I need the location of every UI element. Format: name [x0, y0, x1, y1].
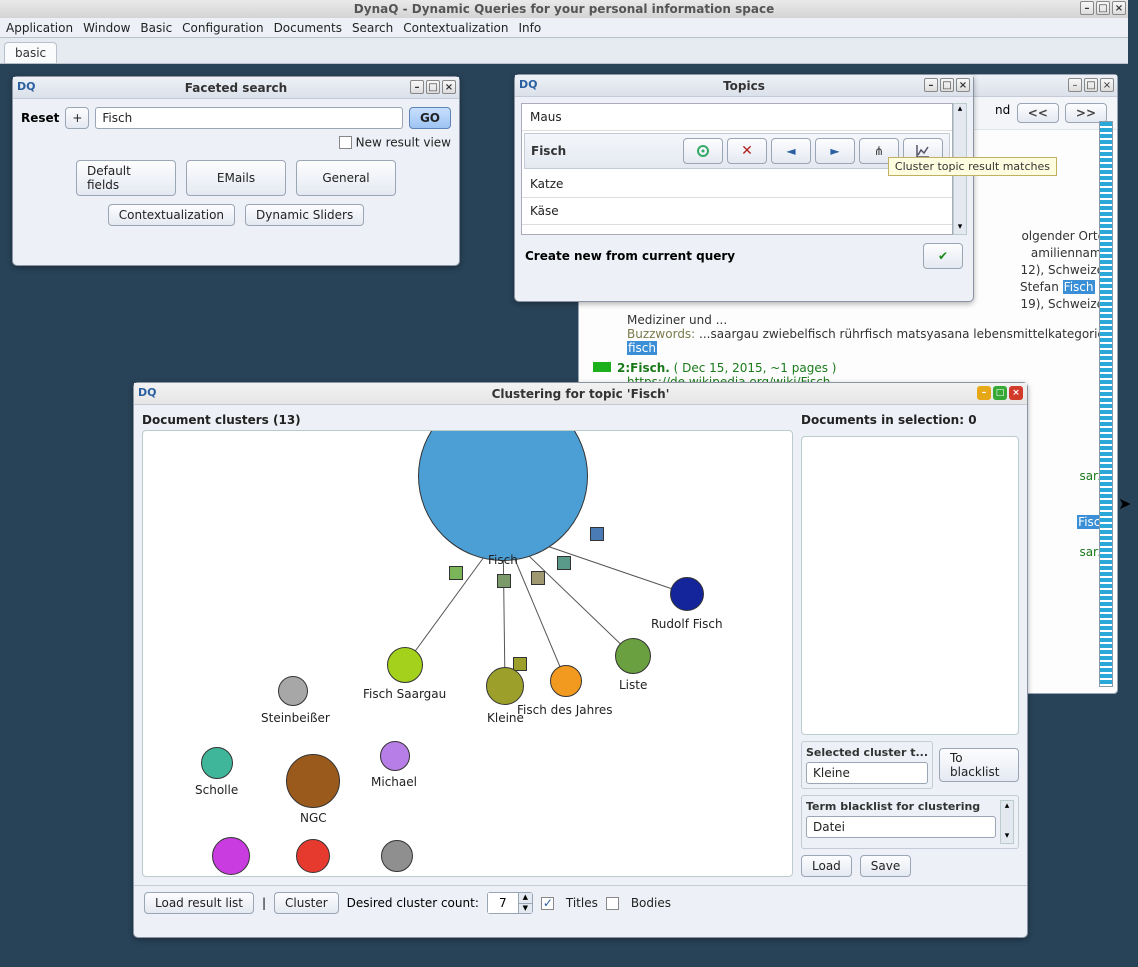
app-icon: DQ — [519, 78, 537, 91]
menu-contextualization[interactable]: Contextualization — [403, 21, 508, 35]
docsel-label: Documents in selection: 0 — [801, 413, 1019, 427]
edge-marker — [557, 556, 571, 570]
gear-icon[interactable] — [683, 138, 723, 164]
save-button[interactable]: Save — [860, 855, 911, 877]
node-begriff[interactable] — [212, 837, 250, 875]
collapse-right-icon[interactable]: ► — [815, 138, 855, 164]
faceted-title: Faceted search — [185, 81, 287, 95]
menubar: Application Window Basic Configuration D… — [0, 18, 1128, 38]
close-button[interactable]: × — [1112, 1, 1126, 15]
topics-close[interactable]: × — [956, 78, 970, 92]
node-saargau[interactable] — [387, 647, 423, 683]
spin-up[interactable]: ▲ — [518, 893, 532, 903]
dynamic-sliders-button[interactable]: Dynamic Sliders — [245, 204, 364, 226]
results-next[interactable]: >> — [1065, 103, 1107, 123]
node-rudolf[interactable] — [670, 577, 704, 611]
app-titlebar: DynaQ - Dynamic Queries for your persona… — [0, 0, 1128, 18]
node-michael[interactable] — [380, 741, 410, 771]
node-scholle[interactable] — [201, 747, 233, 779]
topics-minimize[interactable]: – — [924, 78, 938, 92]
cluster-close[interactable]: × — [1009, 386, 1023, 400]
menu-search[interactable]: Search — [352, 21, 393, 35]
results-close[interactable]: × — [1100, 78, 1114, 92]
spin-down[interactable]: ▼ — [518, 903, 532, 913]
documents-selection — [801, 436, 1019, 735]
node-kleine[interactable] — [486, 667, 524, 705]
tabbar: basic — [0, 38, 1128, 64]
emails-button[interactable]: EMails — [186, 160, 286, 196]
create-confirm-button[interactable]: ✔ — [923, 243, 963, 269]
node-kueche[interactable] — [296, 839, 330, 873]
menu-documents[interactable]: Documents — [274, 21, 342, 35]
app-icon: DQ — [17, 80, 35, 93]
bodies-checkbox[interactable] — [606, 897, 619, 910]
cluster-maximize[interactable]: □ — [993, 386, 1007, 400]
node-gericht[interactable] — [381, 840, 413, 872]
node-ngc[interactable] — [286, 754, 340, 808]
topic-item[interactable]: Maus — [522, 104, 952, 131]
add-term-button[interactable]: + — [65, 107, 89, 129]
clusters-label: Document clusters (13) — [142, 413, 793, 427]
tab-basic[interactable]: basic — [4, 42, 57, 63]
topics-title: Topics — [723, 79, 765, 93]
contextualization-button[interactable]: Contextualization — [108, 204, 235, 226]
faceted-window: DQ Faceted search – □ × Reset + GO New r… — [12, 76, 460, 266]
reset-label[interactable]: Reset — [21, 111, 59, 125]
to-blacklist-button[interactable]: To blacklist — [939, 748, 1019, 782]
node-stein[interactable] — [278, 676, 308, 706]
cursor-icon: ➤ — [1118, 494, 1131, 513]
edge-marker — [531, 571, 545, 585]
topics-window: DQ Topics – □ × Maus Fisch ✕ ◄ ► ⋔ Katze — [514, 74, 974, 302]
cluster-button[interactable]: Cluster — [274, 892, 339, 914]
cluster-minimize[interactable]: – — [977, 386, 991, 400]
app-icon: DQ — [138, 386, 156, 399]
desired-label: Desired cluster count: — [347, 896, 479, 910]
faceted-close[interactable]: × — [442, 80, 456, 94]
default-fields-button[interactable]: Default fields — [76, 160, 176, 196]
titles-checkbox[interactable]: ✓ — [541, 897, 554, 910]
load-result-list-button[interactable]: Load result list — [144, 892, 254, 914]
general-button[interactable]: General — [296, 160, 396, 196]
menu-window[interactable]: Window — [83, 21, 130, 35]
go-button[interactable]: GO — [409, 107, 451, 129]
collapse-left-icon[interactable]: ◄ — [771, 138, 811, 164]
cluster-tooltip: Cluster topic result matches — [888, 157, 1057, 176]
node-liste[interactable] — [615, 638, 651, 674]
topic-item[interactable]: Käse — [522, 198, 952, 225]
load-button[interactable]: Load — [801, 855, 852, 877]
topics-maximize[interactable]: □ — [940, 78, 954, 92]
menu-application[interactable]: Application — [6, 21, 73, 35]
cluster-canvas[interactable]: Fisch Rudolf Fisch Liste Fisch des Jahre… — [142, 430, 793, 877]
faceted-maximize[interactable]: □ — [426, 80, 440, 94]
selected-term-input[interactable] — [806, 762, 928, 784]
menu-configuration[interactable]: Configuration — [182, 21, 263, 35]
app-title: DynaQ - Dynamic Queries for your persona… — [354, 2, 774, 16]
blacklist-scrollbar[interactable]: ▴▾ — [1000, 800, 1014, 844]
delete-icon[interactable]: ✕ — [727, 138, 767, 164]
cluster-count-spinner[interactable]: ▲▼ — [487, 892, 533, 914]
results-density-bar[interactable] — [1099, 121, 1113, 687]
create-label: Create new from current query — [525, 249, 735, 263]
topic-item-selected[interactable]: Fisch ✕ ◄ ► ⋔ — [524, 133, 950, 169]
menu-info[interactable]: Info — [519, 21, 542, 35]
clustering-window: DQ Clustering for topic 'Fisch' – □ × Do… — [133, 382, 1028, 938]
results-minimize[interactable]: – — [1068, 78, 1082, 92]
edge-marker — [449, 566, 463, 580]
query-input[interactable] — [95, 107, 403, 129]
maximize-button[interactable]: □ — [1096, 1, 1110, 15]
menu-basic[interactable]: Basic — [140, 21, 172, 35]
faceted-minimize[interactable]: – — [410, 80, 424, 94]
minimize-button[interactable]: – — [1080, 1, 1094, 15]
edge-marker — [590, 527, 604, 541]
relevance-icon — [593, 362, 611, 372]
node-jahres[interactable] — [550, 665, 582, 697]
results-maximize[interactable]: □ — [1084, 78, 1098, 92]
edge-marker — [497, 574, 511, 588]
new-result-checkbox[interactable] — [339, 136, 352, 149]
edge-marker — [513, 657, 527, 671]
blacklist-input[interactable] — [806, 816, 996, 838]
results-prev[interactable]: << — [1017, 103, 1059, 123]
cluster-title: Clustering for topic 'Fisch' — [492, 387, 670, 401]
